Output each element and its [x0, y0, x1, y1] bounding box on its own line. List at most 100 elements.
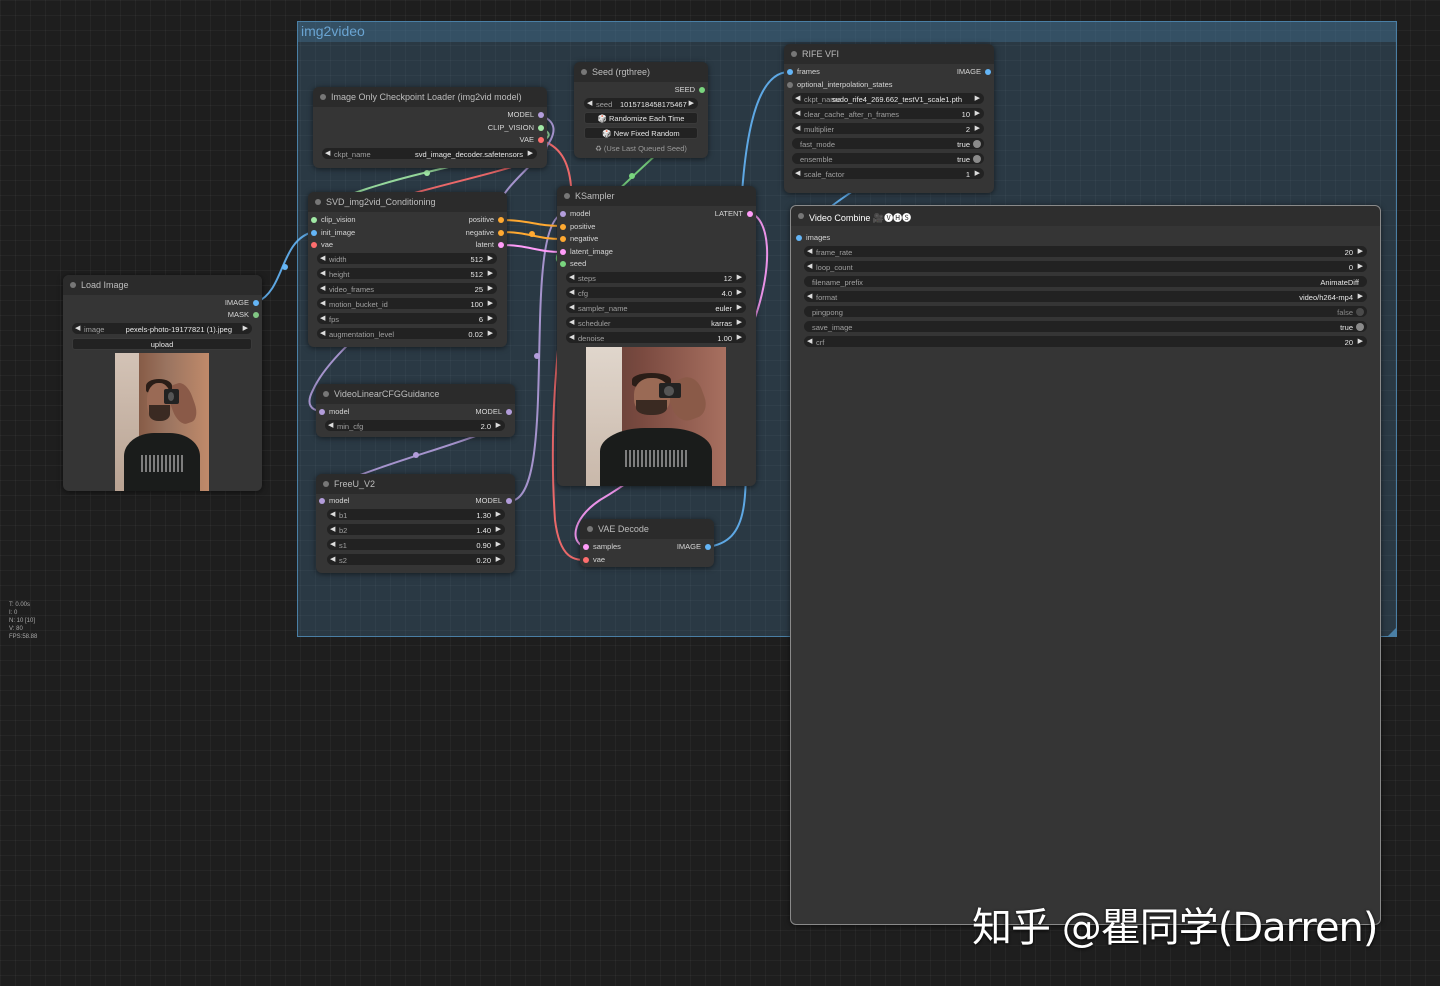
left-arrow-icon[interactable]: ◀ — [569, 288, 574, 296]
group-title-bar[interactable] — [298, 22, 1396, 42]
right-arrow-icon[interactable]: ▶ — [1358, 337, 1363, 345]
left-arrow-icon[interactable]: ◀ — [807, 262, 812, 270]
input-frames[interactable]: frames — [787, 67, 820, 77]
node-title-bar[interactable]: VAE Decode — [580, 519, 714, 539]
augmentation-level-widget[interactable]: ◀ augmentation_level 0.02 ▶ — [317, 328, 497, 339]
left-arrow-icon[interactable]: ◀ — [320, 299, 325, 307]
node-seed[interactable]: Seed (rgthree) SEED ◀ seed 101571845817546… — [574, 62, 708, 158]
right-arrow-icon[interactable]: ▶ — [496, 555, 501, 563]
toggle-icon[interactable] — [973, 139, 981, 148]
input-vae[interactable]: vae — [583, 555, 605, 565]
save-image-toggle[interactable]: save_image true — [804, 321, 1367, 332]
node-title-bar[interactable]: FreeU_V2 — [316, 474, 515, 494]
output-clip-vision[interactable]: CLIP_VISION — [488, 123, 544, 133]
left-arrow-icon[interactable]: ◀ — [795, 124, 800, 132]
node-freeu-v2[interactable]: FreeU_V2 model MODEL ◀ b1 1.30 ▶ ◀ b2 1.40 ▶ ◀… — [316, 474, 515, 573]
b2-widget[interactable]: ◀ b2 1.40 ▶ — [327, 524, 505, 535]
output-positive[interactable]: positive — [469, 215, 504, 225]
left-arrow-icon[interactable]: ◀ — [807, 247, 812, 255]
collapse-dot[interactable] — [791, 51, 797, 57]
left-arrow-icon[interactable]: ◀ — [330, 510, 335, 518]
crf-widget[interactable]: ◀ crf 20 ▶ — [804, 336, 1367, 347]
collapse-dot[interactable] — [587, 526, 593, 532]
input-model[interactable]: model — [319, 407, 349, 417]
right-arrow-icon[interactable]: ▶ — [737, 333, 742, 341]
ckpt-name-select[interactable]: ◀ ckpt_name sudo_rife4_269.662_testV1_scal… — [792, 93, 984, 104]
right-arrow-icon[interactable]: ▶ — [689, 99, 694, 107]
steps-widget[interactable]: ◀ steps 12 ▶ — [566, 272, 746, 283]
collapse-dot[interactable] — [315, 199, 321, 205]
left-arrow-icon[interactable]: ◀ — [330, 525, 335, 533]
frame-rate-widget[interactable]: ◀ frame_rate 20 ▶ — [804, 246, 1367, 257]
left-arrow-icon[interactable]: ◀ — [795, 169, 800, 177]
left-arrow-icon[interactable]: ◀ — [569, 273, 574, 281]
output-latent[interactable]: LATENT — [715, 209, 753, 219]
denoise-widget[interactable]: ◀ denoise 1.00 ▶ — [566, 332, 746, 343]
right-arrow-icon[interactable]: ▶ — [1358, 262, 1363, 270]
left-arrow-icon[interactable]: ◀ — [320, 254, 325, 262]
node-rife-vfi[interactable]: RIFE VFI frames optional_interpolation_s… — [784, 44, 994, 193]
node-title-bar[interactable]: Seed (rgthree) — [574, 62, 708, 82]
node-svd-img2vid-conditioning[interactable]: SVD_img2vid_Conditioning clip_vision ini… — [308, 192, 507, 347]
node-title-bar[interactable]: SVD_img2vid_Conditioning — [308, 192, 507, 212]
node-title-bar[interactable]: RIFE VFI — [784, 44, 994, 64]
input-latent-image[interactable]: latent_image — [560, 247, 613, 257]
right-arrow-icon[interactable]: ▶ — [496, 510, 501, 518]
right-arrow-icon[interactable]: ▶ — [1358, 292, 1363, 300]
b1-widget[interactable]: ◀ b1 1.30 ▶ — [327, 509, 505, 520]
collapse-dot[interactable] — [70, 282, 76, 288]
output-image[interactable]: IMAGE — [225, 298, 259, 308]
right-arrow-icon[interactable]: ▶ — [975, 169, 980, 177]
node-title-bar[interactable]: KSampler — [557, 186, 756, 206]
input-positive[interactable]: positive — [560, 222, 595, 232]
left-arrow-icon[interactable]: ◀ — [795, 109, 800, 117]
ckpt-name-select[interactable]: ◀ ckpt_name svd_image_decoder.safetensors ▶ — [322, 148, 537, 159]
output-model[interactable]: MODEL — [507, 110, 544, 120]
randomize-each-time-button[interactable]: 🎲 Randomize Each Time — [584, 112, 698, 124]
left-arrow-icon[interactable]: ◀ — [569, 318, 574, 326]
input-vae[interactable]: vae — [311, 240, 333, 250]
node-video-combine[interactable]: Video Combine 🎥🅥🅗🅢 images ◀ frame_rate 20 ▶… — [790, 205, 1381, 925]
left-arrow-icon[interactable]: ◀ — [320, 284, 325, 292]
left-arrow-icon[interactable]: ◀ — [807, 292, 812, 300]
right-arrow-icon[interactable]: ▶ — [496, 421, 501, 429]
node-ksampler[interactable]: KSampler model positive negative latent_… — [557, 186, 756, 486]
scheduler-widget[interactable]: ◀ scheduler karras ▶ — [566, 317, 746, 328]
fast-mode-toggle[interactable]: fast_mode true — [792, 138, 984, 149]
output-negative[interactable]: negative — [466, 228, 504, 238]
s2-widget[interactable]: ◀ s2 0.20 ▶ — [327, 554, 505, 565]
right-arrow-icon[interactable]: ▶ — [737, 318, 742, 326]
cfg-widget[interactable]: ◀ cfg 4.0 ▶ — [566, 287, 746, 298]
input-samples[interactable]: samples — [583, 542, 621, 552]
collapse-dot[interactable] — [320, 94, 326, 100]
output-model[interactable]: MODEL — [475, 407, 512, 417]
right-arrow-icon[interactable]: ▶ — [528, 149, 533, 157]
left-arrow-icon[interactable]: ◀ — [320, 329, 325, 337]
input-images[interactable]: images — [796, 233, 830, 243]
output-vae[interactable]: VAE — [520, 135, 544, 145]
min-cfg-widget[interactable]: ◀ min_cfg 2.0 ▶ — [325, 420, 505, 431]
input-negative[interactable]: negative — [560, 234, 598, 244]
left-arrow-icon[interactable]: ◀ — [325, 149, 330, 157]
use-last-queued-seed-button[interactable]: ♻ (Use Last Queued Seed) — [584, 144, 698, 153]
width-widget[interactable]: ◀ width 512 ▶ — [317, 253, 497, 264]
clear-cache-widget[interactable]: ◀ clear_cache_after_n_frames 10 ▶ — [792, 108, 984, 119]
pingpong-toggle[interactable]: pingpong false — [804, 306, 1367, 317]
input-model[interactable]: model — [560, 209, 590, 219]
collapse-dot[interactable] — [798, 213, 804, 219]
right-arrow-icon[interactable]: ▶ — [243, 324, 248, 332]
node-title-bar[interactable]: VideoLinearCFGGuidance — [316, 384, 515, 404]
input-model[interactable]: model — [319, 496, 349, 506]
filename-prefix-widget[interactable]: filename_prefix AnimateDiff — [804, 276, 1367, 287]
height-widget[interactable]: ◀ height 512 ▶ — [317, 268, 497, 279]
left-arrow-icon[interactable]: ◀ — [320, 269, 325, 277]
output-model[interactable]: MODEL — [475, 496, 512, 506]
right-arrow-icon[interactable]: ▶ — [488, 284, 493, 292]
output-image[interactable]: IMAGE — [677, 542, 711, 552]
format-widget[interactable]: ◀ format video/h264-mp4 ▶ — [804, 291, 1367, 302]
right-arrow-icon[interactable]: ▶ — [1358, 247, 1363, 255]
input-clip-vision[interactable]: clip_vision — [311, 215, 356, 225]
node-load-image[interactable]: Load Image IMAGE MASK ◀ image pexels-photo… — [63, 275, 262, 491]
right-arrow-icon[interactable]: ▶ — [488, 314, 493, 322]
node-title-bar[interactable]: Load Image — [63, 275, 262, 295]
